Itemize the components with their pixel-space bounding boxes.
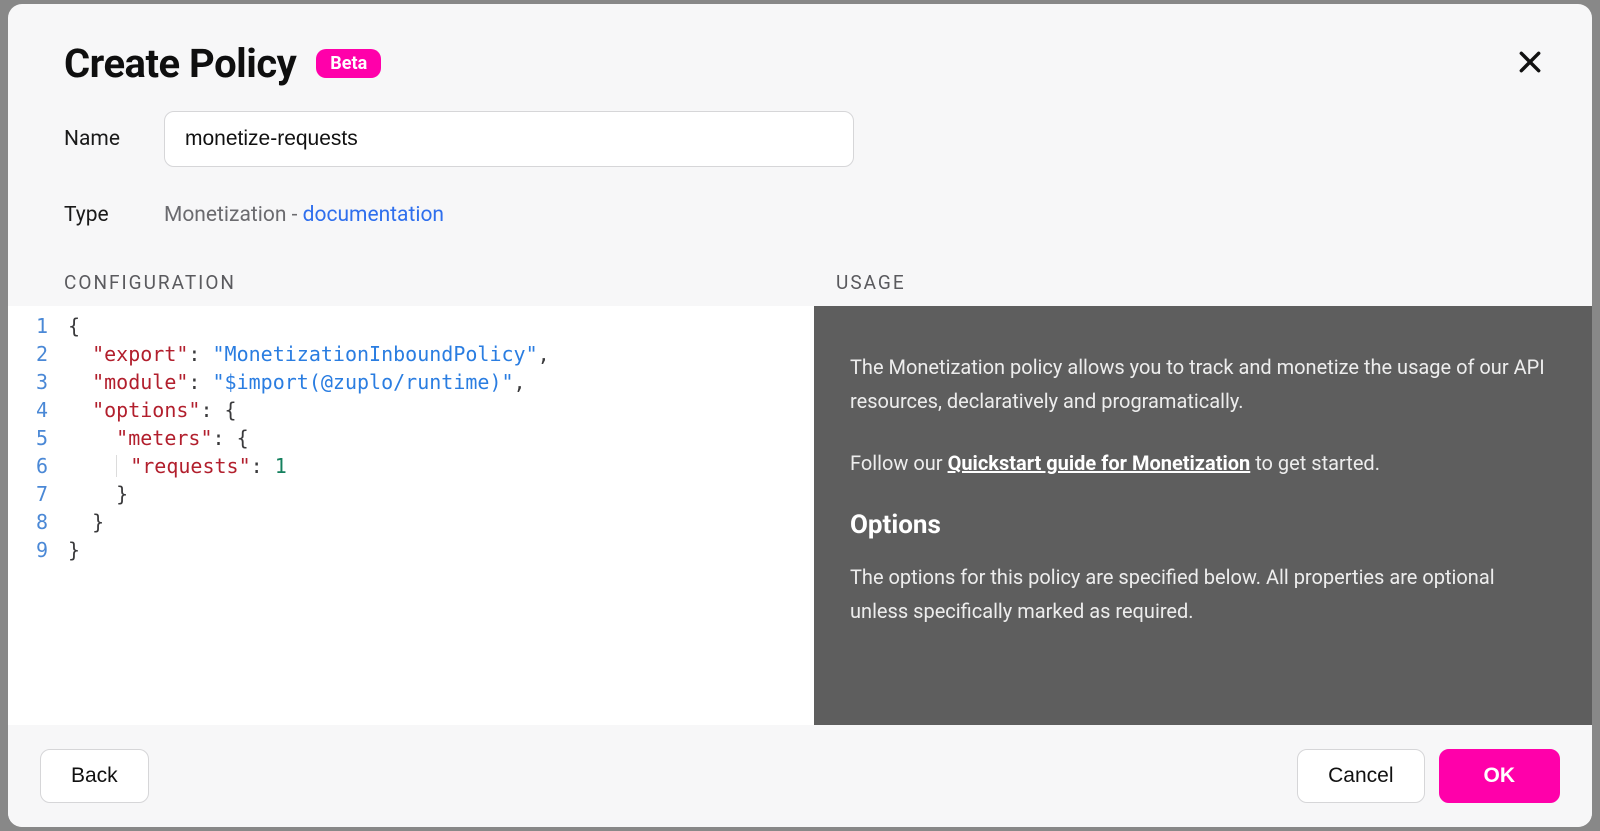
usage-panel: The Monetization policy allows you to tr…	[814, 306, 1592, 725]
name-row: Name	[8, 99, 1592, 179]
line-number: 2	[8, 340, 68, 368]
modal-header: Create Policy Beta	[8, 4, 1592, 99]
line-number: 6	[8, 452, 68, 480]
modal-title: Create Policy	[64, 40, 296, 87]
options-heading: Options	[850, 508, 1556, 542]
quickstart-link[interactable]: Quickstart guide for Monetization	[948, 451, 1251, 475]
close-button[interactable]	[1512, 44, 1548, 80]
line-number: 7	[8, 480, 68, 508]
line-number: 4	[8, 396, 68, 424]
name-input[interactable]	[164, 111, 854, 167]
code-line: 5 "meters": {	[8, 424, 814, 452]
cancel-button[interactable]: Cancel	[1297, 749, 1424, 803]
code-line: 7 }	[8, 480, 814, 508]
code-line: 2 "export": "MonetizationInboundPolicy",	[8, 340, 814, 368]
code-line: 9 }	[8, 536, 814, 564]
configuration-heading: CONFIGURATION	[64, 271, 820, 294]
configuration-editor[interactable]: 1 { 2 "export": "MonetizationInboundPoli…	[8, 306, 814, 725]
back-button[interactable]: Back	[40, 749, 149, 803]
documentation-link[interactable]: documentation	[303, 203, 444, 227]
usage-paragraph-2: Follow our Quickstart guide for Monetiza…	[850, 446, 1556, 480]
usage-paragraph-1: The Monetization policy allows you to tr…	[850, 350, 1556, 418]
code-line: 6 "requests": 1	[8, 452, 814, 480]
type-row: Type Monetization - documentation	[8, 179, 1592, 239]
panels: 1 { 2 "export": "MonetizationInboundPoli…	[8, 306, 1592, 725]
ok-button[interactable]: OK	[1439, 749, 1561, 803]
line-number: 5	[8, 424, 68, 452]
close-icon	[1517, 49, 1543, 75]
create-policy-modal: Create Policy Beta Name Type Monetizatio…	[8, 4, 1592, 827]
type-label: Type	[64, 203, 124, 227]
code-line: 1 {	[8, 312, 814, 340]
line-number: 3	[8, 368, 68, 396]
usage-heading: USAGE	[820, 271, 906, 294]
line-number: 9	[8, 536, 68, 564]
line-number: 8	[8, 508, 68, 536]
code-line: 4 "options": {	[8, 396, 814, 424]
type-value: Monetization - documentation	[164, 203, 444, 227]
modal-footer: Back Cancel OK	[8, 725, 1592, 827]
options-body: The options for this policy are specifie…	[850, 560, 1556, 628]
type-text: Monetization -	[164, 203, 303, 227]
code-line: 3 "module": "$import(@zuplo/runtime)",	[8, 368, 814, 396]
beta-badge: Beta	[316, 49, 381, 78]
section-labels: CONFIGURATION USAGE	[8, 239, 1592, 306]
line-number: 1	[8, 312, 68, 340]
name-label: Name	[64, 127, 124, 151]
code-line: 8 }	[8, 508, 814, 536]
